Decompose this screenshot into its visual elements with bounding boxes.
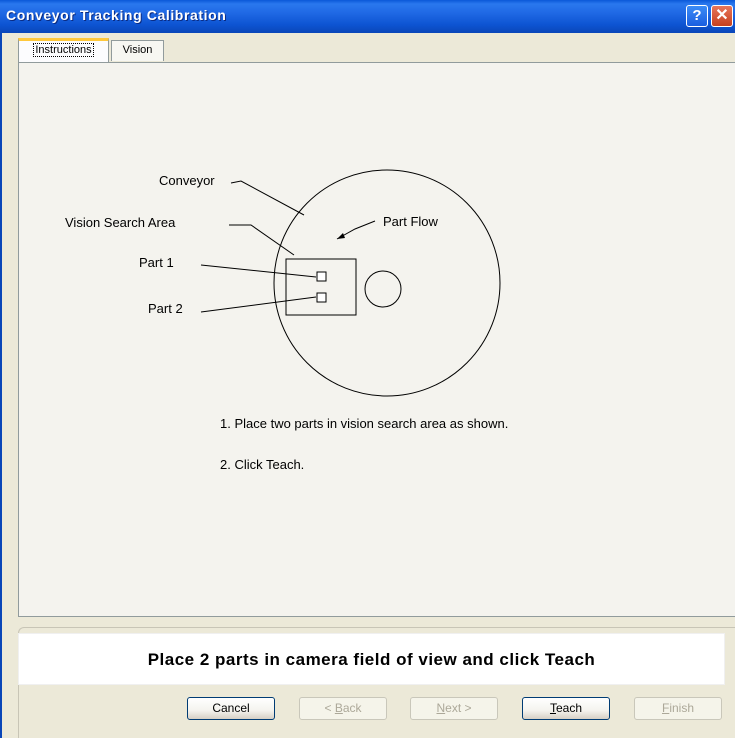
conveyor-circle: [273, 169, 501, 397]
next-button-mnemonic: N: [436, 701, 446, 715]
help-icon: ?: [692, 7, 702, 24]
window-title: Conveyor Tracking Calibration: [6, 7, 227, 23]
back-button[interactable]: < Back: [299, 697, 387, 720]
conveyor-hub: [364, 270, 402, 308]
tab-vision-label: Vision: [122, 44, 153, 56]
conveyor-label: Conveyor: [159, 173, 215, 188]
tab-instructions-label: Instructions: [33, 43, 94, 57]
cancel-button[interactable]: Cancel: [187, 697, 275, 720]
help-button[interactable]: ?: [686, 5, 708, 27]
next-button[interactable]: Next >: [410, 697, 498, 720]
instructions-panel: Conveyor Vision Search Area Part 1 Part …: [18, 62, 735, 617]
close-button[interactable]: ✕: [711, 5, 733, 27]
tab-vision[interactable]: Vision: [111, 40, 164, 61]
instruction-step-1: 1. Place two parts in vision search area…: [220, 416, 509, 431]
part1-leader: [200, 264, 317, 278]
part2-square: [316, 292, 327, 303]
back-button-prefix: <: [324, 701, 335, 715]
close-icon: ✕: [715, 7, 729, 24]
conveyor-diagram: Conveyor Vision Search Area Part 1 Part …: [65, 169, 501, 397]
part1-label: Part 1: [139, 255, 174, 270]
vision-search-area-box: [285, 258, 357, 316]
tab-instructions[interactable]: Instructions: [18, 38, 109, 62]
vision-search-area-label: Vision Search Area: [65, 215, 176, 230]
teach-button[interactable]: Teach: [522, 697, 610, 720]
teach-button-rest: each: [555, 701, 583, 715]
finish-button-rest: inish: [669, 701, 695, 715]
part2-label: Part 2: [148, 301, 183, 316]
title-bar[interactable]: Conveyor Tracking Calibration ? ✕: [0, 0, 735, 33]
part2-leader: [200, 296, 317, 313]
status-message: Place 2 parts in camera field of view an…: [18, 633, 725, 685]
part1-square: [316, 271, 327, 282]
cancel-button-label: Cancel: [212, 701, 250, 715]
part-flow-arrowhead: [337, 233, 345, 239]
conveyor-leader: [230, 180, 305, 216]
instruction-step-2: 2. Click Teach.: [220, 457, 305, 472]
finish-button[interactable]: Finish: [634, 697, 722, 720]
vision-area-leader: [229, 224, 295, 256]
next-button-rest: ext >: [445, 701, 472, 715]
part-flow-label: Part Flow: [383, 214, 439, 229]
back-button-rest: ack: [342, 701, 362, 715]
back-button-mnemonic: B: [334, 701, 343, 715]
